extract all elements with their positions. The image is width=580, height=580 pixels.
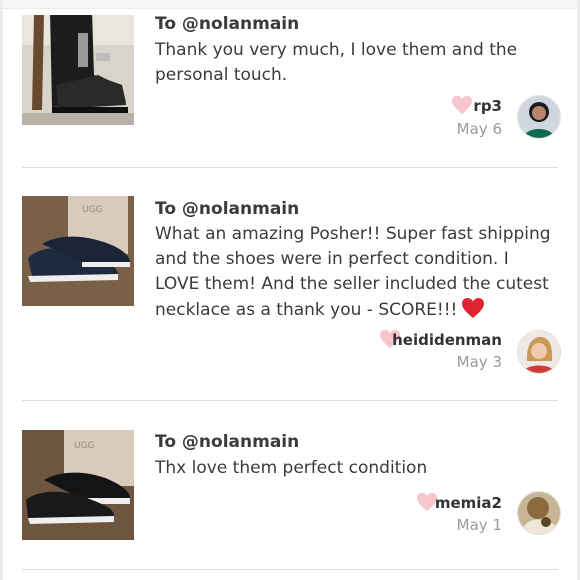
slip-on-shoe-photo-icon[interactable]: UGG — [22, 430, 134, 540]
boot-photo-icon[interactable] — [22, 15, 134, 125]
review-card: To @nolanmain Thank you very much, I lov… — [0, 0, 580, 168]
review-date: May 3 — [456, 353, 502, 371]
avatar-photo-icon[interactable] — [517, 330, 561, 374]
review-message: Thank you very much, I love them and the… — [155, 40, 518, 85]
avatar-photo-icon[interactable] — [517, 95, 561, 139]
review-recipient[interactable]: To @nolanmain — [155, 432, 299, 452]
reviewer-username[interactable]: heididenman — [392, 331, 502, 349]
review-message: What an amazing Posher!! Super fast ship… — [155, 222, 555, 323]
svg-text:UGG: UGG — [82, 205, 103, 215]
avatar-photo-icon[interactable] — [517, 491, 561, 535]
review-message-text: What an amazing Posher!! Super fast ship… — [155, 224, 551, 320]
like-heart-icon[interactable] — [451, 95, 473, 115]
review-card: UGG To @nolanmain What an amazing Posher… — [0, 168, 580, 401]
svg-text:UGG: UGG — [74, 441, 95, 451]
red-heart-emoji-icon — [462, 298, 485, 318]
review-date: May 1 — [456, 516, 502, 534]
review-card: UGG To @nolanmain Thx love them perfect … — [0, 401, 580, 571]
slip-on-shoe-photo-icon[interactable]: UGG — [22, 196, 134, 306]
review-date: May 6 — [456, 120, 502, 138]
review-recipient[interactable]: To @nolanmain — [155, 14, 299, 34]
divider — [22, 569, 558, 570]
review-recipient[interactable]: To @nolanmain — [155, 199, 299, 219]
review-message: Thx love them perfect condition — [155, 458, 428, 478]
reviewer-username[interactable]: rp3 — [473, 97, 502, 115]
reviewer-username[interactable]: memia2 — [435, 494, 502, 512]
